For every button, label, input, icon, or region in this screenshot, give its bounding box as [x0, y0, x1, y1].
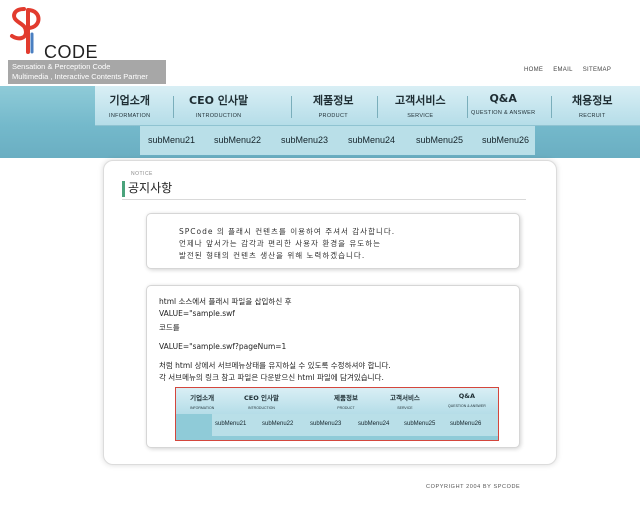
mini-nav-sublabel: QUESTION & ANSWER: [448, 404, 486, 408]
mini-submenu-item: subMenu25: [404, 421, 436, 427]
submenu-item-21[interactable]: subMenu21: [148, 135, 195, 145]
nav-label: 제품정보: [313, 94, 354, 107]
mini-nav-label: 제품정보: [334, 394, 358, 402]
intro-message-box: SPCode 의 플래시 컨텐츠를 이용하여 주셔서 감사합니다. 언제나 앞서…: [146, 213, 520, 269]
brand-tagline: Sensation & Perception Code Multimedia ,…: [8, 60, 166, 84]
mini-main-nav: 기업소개 INFORMATION CEO 인사말 INTRODUCTION 제품…: [176, 388, 498, 414]
nav-sublabel: SERVICE: [407, 113, 434, 119]
submenu-item-26[interactable]: subMenu26: [482, 135, 529, 145]
instruction-line: VALUE="sample.swf?pageNum=1: [159, 342, 287, 351]
mini-nav-sublabel: INFORMATION: [190, 406, 215, 410]
instruction-line: html 소스에서 플래시 파일을 삽입하신 후: [159, 297, 292, 306]
mini-submenu-item: subMenu23: [310, 421, 342, 427]
home-link[interactable]: HOME: [524, 67, 543, 73]
nav-item-recruit[interactable]: 채용정보 RECRUIT: [572, 92, 612, 119]
nav-divider: [467, 96, 468, 118]
tagline-line-2: Multimedia , Interactive Contents Partne…: [12, 72, 148, 81]
tagline-line-1: Sensation & Perception Code: [12, 62, 111, 71]
mini-nav-label: 기업소개: [190, 394, 215, 402]
nav-sublabel: QUESTION & ANSWER: [471, 110, 536, 116]
nav-divider: [551, 96, 552, 118]
nav-label: Q&A: [489, 92, 517, 105]
nav-item-introduction[interactable]: CEO 인사말 INTRODUCTION: [189, 92, 248, 119]
intro-line: 언제나 앞서가는 감각과 편리한 사용자 환경을 유도하는: [179, 239, 382, 248]
utility-links: HOME EMAIL SITEMAP: [524, 67, 611, 73]
instruction-line: 처럼 html 상에서 서브메뉴상태를 유지하실 수 있도록 수정하셔야 합니다…: [159, 361, 391, 370]
content-panel: NOTICE 공지사항 SPCode 의 플래시 컨텐츠를 이용하여 주셔서 감…: [103, 160, 557, 465]
main-nav: 기업소개 INFORMATION CEO 인사말 INTRODUCTION 제품…: [95, 86, 640, 126]
submenu-item-24[interactable]: subMenu24: [348, 135, 395, 145]
logo[interactable]: CODE Sensation & Perception Code Multime…: [8, 6, 168, 84]
nav-divider: [291, 96, 292, 118]
sitemap-link[interactable]: SITEMAP: [583, 67, 611, 73]
nav-label: 채용정보: [572, 94, 613, 107]
mini-nav-label: CEO 인사말: [244, 394, 279, 402]
mini-nav-item: CEO 인사말 INTRODUCTION: [244, 392, 279, 410]
notice-accent-bar: [122, 181, 125, 197]
divider: [122, 199, 526, 200]
submenu-item-25[interactable]: subMenu25: [416, 135, 463, 145]
email-link[interactable]: EMAIL: [553, 67, 573, 73]
intro-line: SPCode 의 플래시 컨텐츠를 이용하여 주셔서 감사합니다.: [179, 227, 396, 236]
instruction-line: 코드를: [159, 323, 180, 332]
nav-item-qna[interactable]: Q&A QUESTION & ANSWER: [471, 92, 535, 116]
mini-submenu-item: subMenu21: [215, 421, 247, 427]
page-title: 공지사항: [128, 181, 173, 195]
nav-sublabel: INFORMATION: [109, 113, 151, 119]
instruction-line: 각 서브메뉴의 링크 참고 파일은 다운받으신 html 파일에 담겨있습니다.: [159, 373, 384, 382]
mini-nav-item: 고객서비스 SERVICE: [390, 392, 420, 410]
intro-line: 발전된 형태의 컨텐츠 생산을 위해 노력하겠습니다.: [179, 251, 366, 260]
mini-nav-item: 기업소개 INFORMATION: [190, 392, 214, 410]
mini-nav-label: 고객서비스: [390, 394, 420, 402]
mini-nav-item: 제품정보 PRODUCT: [334, 392, 358, 410]
nav-sublabel: RECRUIT: [578, 113, 606, 119]
mini-submenu-item: subMenu22: [262, 421, 294, 427]
mini-submenu-bar: subMenu21 subMenu22 subMenu23 subMenu24 …: [212, 414, 498, 436]
instructions-box: html 소스에서 플래시 파일을 삽입하신 후 VALUE="sample.s…: [146, 285, 520, 448]
copyright: COPYRIGHT 2004 BY SPCODE: [426, 484, 521, 490]
mini-submenu-item: subMenu24: [358, 421, 390, 427]
nav-sublabel: PRODUCT: [318, 113, 348, 119]
notice-small-label: NOTICE: [131, 171, 153, 177]
nav-sublabel: INTRODUCTION: [195, 113, 242, 119]
spcode-logo-icon: [10, 7, 41, 54]
mini-nav-item: Q&A QUESTION & ANSWER: [448, 392, 486, 408]
nav-item-service[interactable]: 고객서비스 SERVICE: [395, 92, 446, 119]
nav-item-information[interactable]: 기업소개 INFORMATION: [109, 92, 150, 119]
submenu-item-22[interactable]: subMenu22: [214, 135, 261, 145]
mini-nav-sublabel: INTRODUCTION: [248, 406, 275, 410]
mini-nav-sublabel: SERVICE: [397, 406, 413, 410]
nav-preview-image: 기업소개 INFORMATION CEO 인사말 INTRODUCTION 제품…: [175, 387, 499, 441]
mini-nav-label: Q&A: [458, 392, 475, 400]
nav-label: 기업소개: [109, 94, 150, 107]
submenu-item-23[interactable]: subMenu23: [281, 135, 328, 145]
nav-divider: [173, 96, 174, 118]
nav-label: 고객서비스: [395, 94, 446, 107]
instruction-line: VALUE="sample.swf: [159, 309, 235, 318]
mini-nav-sublabel: PRODUCT: [337, 406, 355, 410]
submenu-bar: subMenu21 subMenu22 subMenu23 subMenu24 …: [140, 126, 535, 155]
nav-divider: [377, 96, 378, 118]
mini-submenu-item: subMenu26: [450, 421, 482, 427]
nav-label: CEO 인사말: [189, 94, 249, 107]
nav-item-product[interactable]: 제품정보 PRODUCT: [313, 92, 353, 119]
